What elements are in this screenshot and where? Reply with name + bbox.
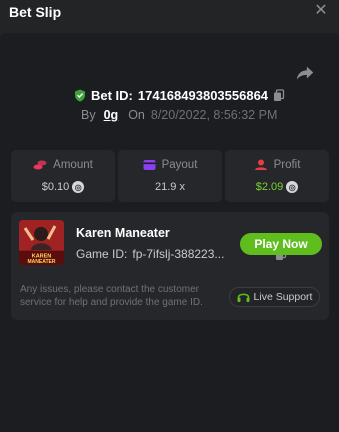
- profit-icon: [254, 159, 267, 170]
- profit-label: Profit: [273, 159, 301, 171]
- verified-shield-icon: [75, 89, 85, 101]
- stat-profit: Profit $2.09 ◎: [225, 150, 329, 202]
- game-thumbnail[interactable]: KAREN MANEATER: [19, 220, 64, 265]
- svg-text:MANEATER: MANEATER: [28, 259, 56, 265]
- on-label: On: [128, 108, 145, 122]
- coin-icon: ◎: [286, 181, 299, 193]
- close-icon[interactable]: ✕: [313, 3, 329, 19]
- username-link[interactable]: 0g: [104, 108, 119, 122]
- bet-id-line: Bet ID: 174168493803556864: [74, 86, 285, 104]
- page-title: Bet Slip: [9, 4, 62, 20]
- wallet-icon: [143, 160, 156, 170]
- profit-value: $2.09: [255, 181, 284, 193]
- stat-payout: Payout 21.9 x: [118, 150, 222, 202]
- headset-icon: [237, 293, 250, 302]
- copy-icon[interactable]: [273, 88, 285, 102]
- support-notice: Any issues, please contact the customer …: [20, 284, 203, 308]
- amount-label: Amount: [53, 159, 93, 171]
- bet-id-value: 174168493803556864: [137, 87, 269, 103]
- by-label: By: [81, 108, 96, 122]
- game-name: Karen Maneater: [76, 226, 170, 240]
- amount-value: $0.10: [41, 181, 70, 193]
- share-icon[interactable]: [294, 62, 316, 84]
- bet-id-label: Bet ID:: [91, 87, 133, 103]
- coins-icon: [33, 160, 47, 170]
- payout-label: Payout: [161, 159, 198, 171]
- game-id-label: Game ID:: [76, 247, 128, 261]
- payout-value: 21.9 x: [155, 181, 185, 193]
- bet-byline: By 0g On 8/20/2022, 8:56:32 PM: [81, 107, 277, 123]
- game-card: KAREN MANEATER Karen Maneater Game ID: f…: [11, 212, 329, 320]
- live-support-label: Live Support: [253, 291, 313, 303]
- stat-amount: Amount $0.10 ◎: [11, 150, 115, 202]
- live-support-button[interactable]: Live Support: [229, 287, 320, 307]
- bet-date: 8/20/2022, 8:56:32 PM: [150, 108, 278, 122]
- bet-slip-header: Bet Slip ✕: [0, 0, 339, 24]
- play-now-button[interactable]: Play Now: [240, 233, 322, 255]
- coin-icon: ◎: [72, 181, 85, 193]
